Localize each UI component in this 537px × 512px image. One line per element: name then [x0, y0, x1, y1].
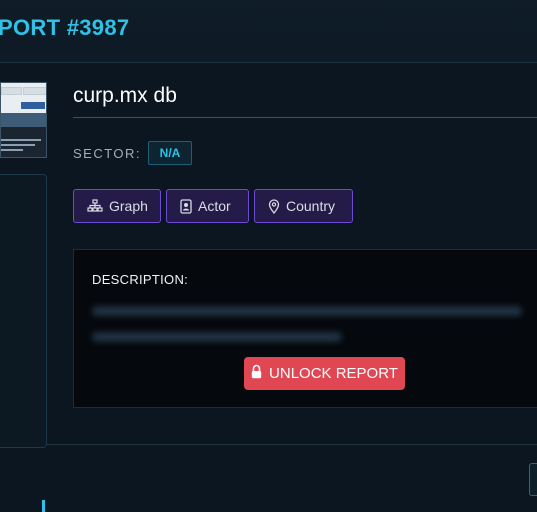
country-button[interactable]: Country: [254, 189, 353, 223]
blurred-text-line: [92, 332, 342, 342]
section-divider: [46, 444, 537, 445]
left-column: [0, 63, 47, 512]
id-badge-icon: [180, 198, 192, 214]
country-button-label: Country: [286, 198, 336, 214]
report-title: curp.mx db: [73, 84, 177, 107]
sector-label: SECTOR:: [73, 146, 142, 161]
graph-button-label: Graph: [109, 198, 148, 214]
left-side-panel: [0, 174, 47, 448]
report-number-title: PORT #3987: [0, 15, 130, 40]
actor-button-label: Actor: [198, 198, 231, 214]
sector-badge: N/A: [148, 141, 192, 165]
footer-button[interactable]: [529, 463, 537, 496]
description-label: DESCRIPTION:: [92, 272, 189, 287]
scroll-accent: [42, 500, 45, 512]
map-pin-icon: [268, 198, 280, 214]
graph-button[interactable]: Graph: [73, 189, 161, 223]
actor-button[interactable]: Actor: [166, 189, 249, 223]
unlock-report-button[interactable]: UNLOCK REPORT: [244, 357, 405, 390]
title-divider: [73, 117, 537, 118]
lock-icon: [251, 364, 262, 383]
unlock-report-label: UNLOCK REPORT: [269, 365, 398, 382]
page-header: PORT #3987: [0, 0, 537, 63]
screenshot-thumbnail[interactable]: [0, 82, 47, 158]
sitemap-icon: [87, 199, 103, 213]
blurred-text-line: [92, 306, 522, 316]
